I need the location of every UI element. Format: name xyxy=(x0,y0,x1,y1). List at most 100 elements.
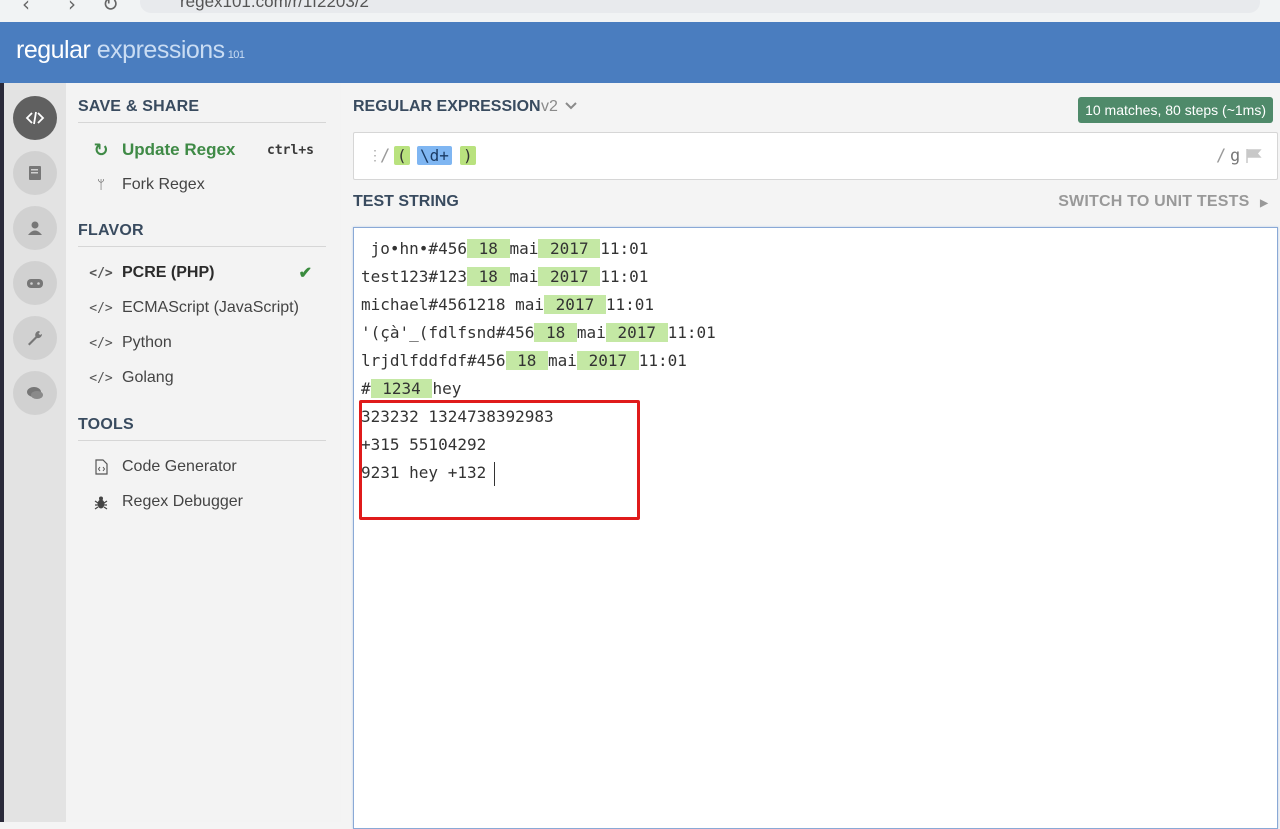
text-segment: mai xyxy=(509,267,539,286)
library-icon xyxy=(29,166,41,180)
text-segment: mai xyxy=(576,323,606,342)
match-highlight: 1234 xyxy=(370,379,433,398)
logo-word-expressions: expressions xyxy=(96,36,225,64)
regex-flags[interactable]: g xyxy=(1230,146,1240,166)
forward-icon[interactable]: › xyxy=(68,0,76,16)
match-highlight: 2017 xyxy=(544,295,606,314)
rail-user-button[interactable] xyxy=(13,206,57,250)
match-highlight: 18 xyxy=(466,239,510,258)
caret-right-icon: ▶ xyxy=(1260,198,1268,209)
text-segment: jo•hn•#456 xyxy=(361,239,467,258)
text-segment: 11:01 xyxy=(600,239,649,258)
fork-regex-label: Fork Regex xyxy=(122,176,205,193)
divider xyxy=(78,122,326,123)
flavor-pcre[interactable]: </> PCRE (PHP) ✔ xyxy=(89,258,326,288)
address-text[interactable]: regex101.com/r/1f2203/2 xyxy=(180,0,369,12)
match-highlight: 2017 xyxy=(538,239,601,258)
annotation-highlight-box xyxy=(359,400,640,520)
match-highlight: 2017 xyxy=(538,267,601,286)
test-line: michael#4561218 mai 2017 11:01 xyxy=(361,291,654,319)
switch-label: SWITCH TO UNIT TESTS xyxy=(1058,193,1250,210)
settings-sidebar: SAVE & SHARE ↻ Update Regex ctrl+s ᛘ For… xyxy=(66,83,342,822)
regex-input[interactable]: ⋮ / ( \d+ ) / g xyxy=(353,132,1278,180)
text-segment: 11:01 xyxy=(605,295,654,314)
regex-digit-token: \d+ xyxy=(417,146,452,165)
flavor-golang[interactable]: </> Golang xyxy=(89,363,326,393)
text-segment: hey xyxy=(432,379,462,398)
regex-group-close: ) xyxy=(460,146,476,165)
rail-tools-button[interactable] xyxy=(13,316,57,360)
match-highlight: 18 xyxy=(534,323,577,342)
fork-icon: ᛘ xyxy=(97,177,105,193)
flavor-ecmascript[interactable]: </> ECMAScript (JavaScript) xyxy=(89,293,326,323)
rail-chat-button[interactable] xyxy=(13,371,57,415)
tools-title: TOOLS xyxy=(78,416,134,433)
chat-icon xyxy=(27,387,43,399)
flavor-label: PCRE (PHP) xyxy=(122,264,215,281)
code-icon xyxy=(25,111,45,125)
test-line: '(çà'_(fdlfsnd#456 18 mai 2017 11:01 xyxy=(361,319,716,347)
rail-code-button[interactable] xyxy=(13,96,57,140)
wrench-icon xyxy=(28,331,43,346)
logo-word-regular: regular xyxy=(16,36,91,64)
browser-toolbar: ‹ › ↻ regex101.com/r/1f2203/2 xyxy=(0,0,1280,22)
reload-icon[interactable]: ↻ xyxy=(102,0,119,16)
code-icon: </> xyxy=(89,300,113,316)
regex-group-open: ( xyxy=(394,146,410,165)
text-segment: 11:01 xyxy=(667,323,716,342)
text-segment: 11:01 xyxy=(638,351,687,370)
app-header: regular expressions 101 xyxy=(0,22,1280,83)
text-segment: michael#4561218 mai xyxy=(361,295,545,314)
regex-debugger-label: Regex Debugger xyxy=(122,493,243,510)
user-icon xyxy=(28,221,42,235)
code-generator-button[interactable]: Code Generator xyxy=(90,452,326,482)
save-share-title: SAVE & SHARE xyxy=(78,98,200,115)
test-line: test123#123 18 mai 2017 11:01 xyxy=(361,263,648,291)
match-highlight: 2017 xyxy=(576,351,639,370)
quiz-icon xyxy=(27,279,43,288)
fork-regex-button[interactable]: ᛘ Fork Regex xyxy=(90,170,326,200)
icon-rail xyxy=(4,83,67,822)
text-segment: test123#123 xyxy=(361,267,467,286)
rail-quiz-button[interactable] xyxy=(13,261,57,305)
checkmark-icon: ✔ xyxy=(298,265,312,282)
text-segment: # xyxy=(361,379,371,398)
file-code-icon xyxy=(90,459,112,475)
update-regex-button[interactable]: ↻ Update Regex ctrl+s xyxy=(90,135,326,165)
rail-library-button[interactable] xyxy=(13,151,57,195)
text-segment: mai xyxy=(548,351,577,370)
test-line: lrjdlfddfdf#456 18 mai 2017 11:01 xyxy=(361,347,687,375)
regex-close-delimiter: / xyxy=(1216,146,1227,166)
flavor-title: FLAVOR xyxy=(78,222,144,239)
text-segment: mai xyxy=(509,239,539,258)
bug-icon xyxy=(90,495,112,510)
test-line: # 1234 hey xyxy=(361,375,461,403)
divider xyxy=(78,246,326,247)
version-selector[interactable]: v2 xyxy=(541,98,578,116)
switch-to-unit-tests-button[interactable]: SWITCH TO UNIT TESTS ▶ xyxy=(1058,193,1268,211)
regex-debugger-button[interactable]: Regex Debugger xyxy=(90,487,326,517)
chevron-down-icon xyxy=(565,102,578,110)
text-segment: '(çà'_(fdlfsnd#456 xyxy=(361,323,535,342)
back-icon[interactable]: ‹ xyxy=(22,0,30,16)
flavor-python[interactable]: </> Python xyxy=(89,328,326,358)
flavor-label: Golang xyxy=(122,369,174,386)
test-string-title: TEST STRING xyxy=(353,193,459,210)
regex-open-delimiter: / xyxy=(380,146,391,166)
regular-expression-title: REGULAR EXPRESSION xyxy=(353,98,541,115)
logo-number: 101 xyxy=(227,49,245,61)
match-highlight: 18 xyxy=(466,267,510,286)
test-string-editor[interactable]: jo•hn•#456 18 mai 2017 11:01 test123#123 … xyxy=(353,227,1278,829)
update-shortcut: ctrl+s xyxy=(267,142,314,158)
regex101-logo[interactable]: regular expressions 101 xyxy=(16,36,245,65)
update-regex-label: Update Regex xyxy=(122,140,236,159)
test-line: jo•hn•#456 18 mai 2017 11:01 xyxy=(361,235,648,263)
match-highlight: 18 xyxy=(505,351,549,370)
match-info-badge: 10 matches, 80 steps (~1ms) xyxy=(1078,97,1273,123)
code-icon: </> xyxy=(89,265,113,281)
divider xyxy=(78,440,326,441)
flag-icon[interactable] xyxy=(1246,149,1262,163)
flavor-label: Python xyxy=(122,334,172,351)
code-generator-label: Code Generator xyxy=(122,458,237,475)
code-icon: </> xyxy=(89,370,113,386)
